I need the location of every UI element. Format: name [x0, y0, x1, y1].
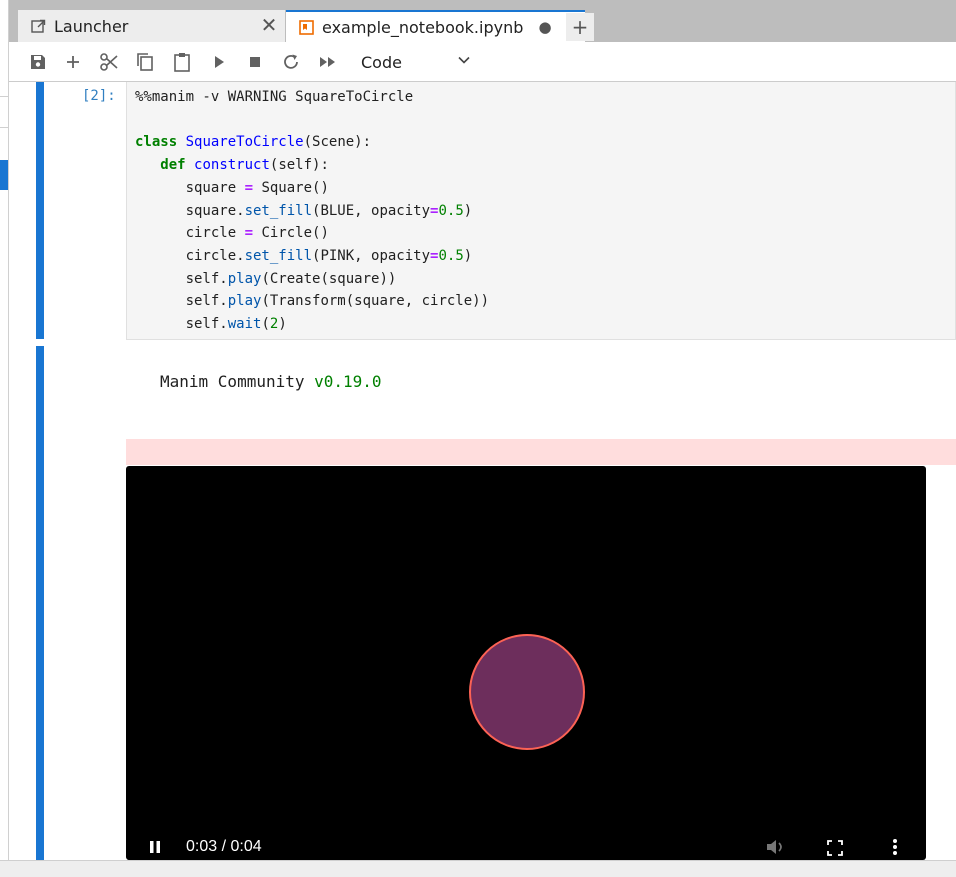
sidebar-active-indicator[interactable] [0, 160, 8, 190]
output-text: Manim Community v0.19.0 [160, 372, 382, 391]
volume-icon[interactable] [766, 839, 788, 859]
video-time: 0:03 / 0:04 [186, 838, 262, 855]
notebook-panel: [2]: %%manim -v WARNING SquareToCircle c… [9, 82, 956, 860]
close-icon[interactable]: ✕ [259, 13, 279, 37]
add-cell-icon[interactable] [61, 50, 85, 74]
unsaved-dot-icon[interactable]: ● [535, 17, 555, 37]
cell-type-select[interactable]: Code [361, 50, 471, 74]
output-collapser[interactable] [36, 346, 44, 860]
output-version: v0.19.0 [314, 372, 382, 391]
stop-icon[interactable] [243, 50, 267, 74]
notebook-icon [298, 19, 314, 35]
code-text: %%manim -v WARNING SquareToCircle class … [135, 89, 490, 333]
tab-notebook[interactable]: example_notebook.ipynb ● [286, 10, 585, 42]
execution-count: [2]: [82, 88, 116, 104]
save-icon[interactable] [26, 50, 50, 74]
sidebar-divider [0, 96, 8, 97]
launcher-icon [30, 18, 46, 34]
status-bar [0, 860, 956, 877]
tab-launcher[interactable]: Launcher ✕ [18, 10, 285, 42]
more-options-icon[interactable] [892, 838, 898, 858]
cut-icon[interactable] [97, 50, 121, 74]
run-icon[interactable] [207, 50, 231, 74]
magic-line: %%manim -v WARNING SquareToCircle [135, 89, 414, 105]
animated-circle [469, 634, 585, 750]
video-player[interactable]: 0:03 / 0:04 [126, 466, 926, 860]
cell-type-value: Code [361, 52, 402, 72]
tab-label: Launcher [54, 16, 129, 36]
fullscreen-icon[interactable] [827, 840, 843, 860]
restart-icon[interactable] [279, 50, 303, 74]
paste-icon[interactable] [170, 50, 194, 74]
add-tab-button[interactable]: + [566, 13, 594, 41]
tab-bar: Launcher ✕ example_notebook.ipynb ● + [9, 3, 956, 42]
notebook-toolbar: Code [9, 42, 956, 82]
sidebar-divider [0, 127, 8, 128]
copy-icon[interactable] [133, 50, 157, 74]
chevron-down-icon [457, 52, 471, 71]
input-collapser[interactable] [36, 82, 44, 339]
tab-label: example_notebook.ipynb [322, 17, 524, 37]
stderr-output [126, 439, 956, 465]
run-all-icon[interactable] [316, 50, 340, 74]
output-prefix: Manim Community [160, 372, 315, 391]
code-editor[interactable]: %%manim -v WARNING SquareToCircle class … [126, 82, 956, 340]
pause-icon[interactable] [148, 840, 162, 860]
